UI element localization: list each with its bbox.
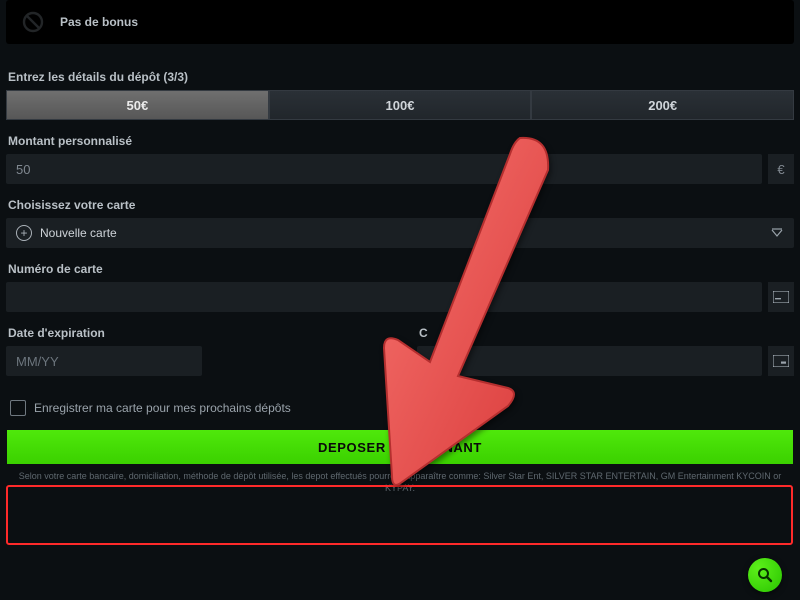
cvv-card-icon (768, 346, 794, 376)
card-select-label: Choisissez votre carte (8, 198, 794, 212)
help-fab-button[interactable] (748, 558, 782, 592)
bonus-option-row[interactable]: Pas de bonus (6, 0, 794, 44)
save-card-checkbox[interactable]: Enregistrer ma carte pour mes prochains … (10, 400, 794, 416)
card-number-label: Numéro de carte (8, 262, 794, 276)
custom-amount-label: Montant personnalisé (8, 134, 794, 148)
disclaimer-text: Selon votre carte bancaire, domiciliatio… (6, 470, 794, 494)
expiry-input[interactable] (6, 346, 202, 376)
custom-amount-input[interactable] (6, 154, 762, 184)
deposit-details-heading: Entrez les détails du dépôt (3/3) (8, 70, 794, 84)
cvv-label: C (419, 326, 794, 340)
card-select-value: Nouvelle carte (40, 226, 117, 240)
cvv-input[interactable] (417, 346, 762, 376)
card-icon (768, 282, 794, 312)
card-number-input[interactable] (6, 282, 762, 312)
deposit-now-button[interactable]: DEPOSER MAINTENANT (7, 430, 793, 464)
no-bonus-icon (6, 10, 60, 34)
checkbox-box (10, 400, 26, 416)
search-icon (757, 567, 773, 583)
amount-option-200[interactable]: 200€ (531, 90, 794, 120)
chevron-down-icon (770, 226, 784, 240)
card-select[interactable]: + Nouvelle carte (6, 218, 794, 248)
amount-option-100[interactable]: 100€ (269, 90, 532, 120)
save-card-label: Enregistrer ma carte pour mes prochains … (34, 401, 291, 415)
expiry-label: Date d'expiration (8, 326, 383, 340)
plus-icon: + (16, 225, 32, 241)
bonus-label: Pas de bonus (60, 15, 138, 29)
amount-option-50[interactable]: 50€ (6, 90, 269, 120)
currency-symbol: € (768, 154, 794, 184)
amount-presets: 50€ 100€ 200€ (6, 90, 794, 120)
